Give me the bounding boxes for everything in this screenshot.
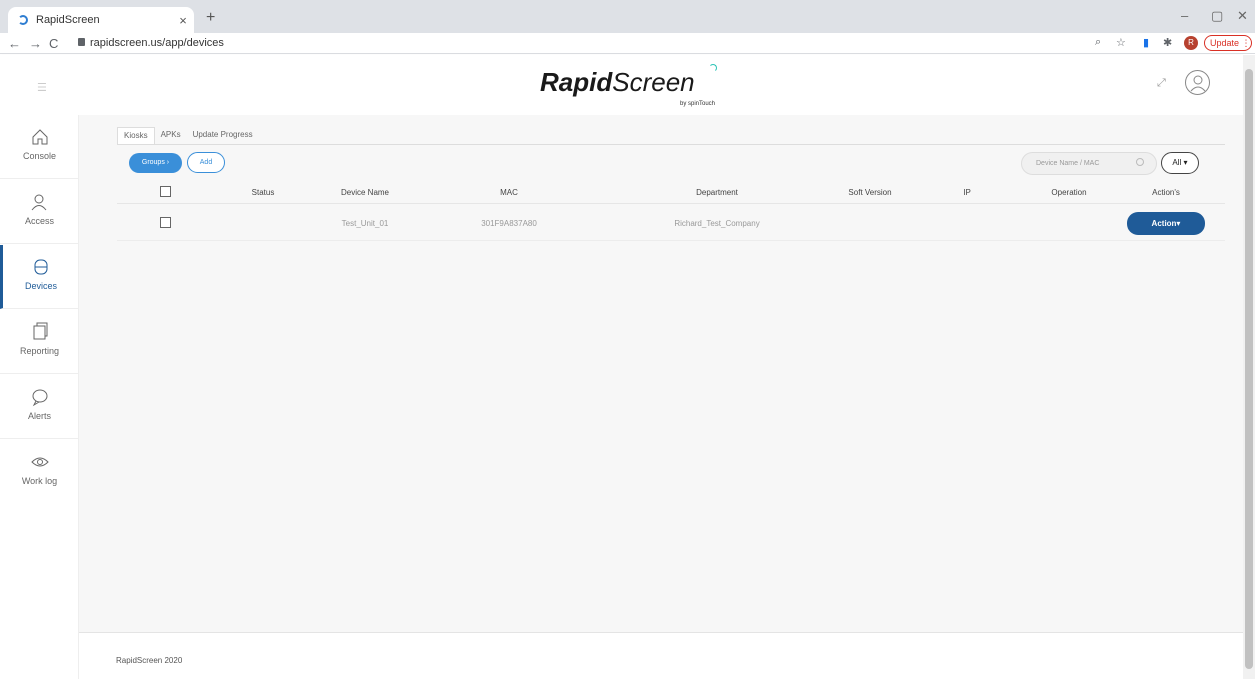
logo-sub: by spinTouch — [680, 101, 716, 107]
profile-avatar[interactable]: R — [1184, 36, 1198, 50]
logo-mark-icon — [709, 64, 717, 72]
action-dropdown-button[interactable]: Action▾ — [1127, 212, 1205, 235]
address-bar: ← → C rapidscreen.us/app/devices ⌕ ☆ ▮ ✱ — [0, 33, 1255, 54]
table-header: Status Device Name MAC Department Soft V… — [117, 183, 1225, 204]
row-checkbox[interactable] — [160, 217, 171, 228]
sidebar-item-label: Console — [22, 151, 57, 161]
tabs: Kiosks APKs Update Progress — [117, 127, 259, 145]
eye-icon — [30, 457, 49, 467]
column-header[interactable]: IP — [963, 188, 971, 197]
tab-close-icon[interactable]: × — [172, 13, 194, 28]
new-tab-button[interactable]: + — [206, 9, 215, 27]
tab-title: RapidScreen — [36, 14, 100, 26]
cell-device-name: Test_Unit_01 — [341, 219, 389, 228]
tab-kiosks[interactable]: Kiosks — [117, 127, 155, 145]
search-icon[interactable] — [1136, 158, 1144, 166]
star-icon[interactable]: ☆ — [1116, 36, 1126, 49]
sidebar-item-label: Work log — [21, 476, 58, 486]
users-icon — [31, 194, 46, 211]
url-field[interactable]: rapidscreen.us/app/devices — [90, 37, 224, 49]
footer: RapidScreen 2020 — [79, 632, 1243, 679]
cell-department: Richard_Test_Company — [674, 219, 760, 228]
reload-button[interactable]: C — [49, 36, 58, 51]
column-header[interactable]: Status — [252, 188, 275, 197]
search-input[interactable]: Device Name / MAC — [1021, 152, 1157, 175]
back-button[interactable]: ← — [8, 36, 21, 51]
select-all-checkbox[interactable] — [160, 186, 171, 197]
sidebar-item-access[interactable]: Access — [0, 180, 79, 244]
column-header[interactable]: Device Name — [341, 188, 389, 197]
puzzle-icon[interactable]: ✱ — [1163, 36, 1172, 49]
main-content: Kiosks APKs Update Progress Groups › Add… — [79, 115, 1243, 632]
tab-apks[interactable]: APKs — [155, 127, 187, 145]
column-header[interactable]: MAC — [500, 188, 518, 197]
app-header: ☰ RapidScreen by spinTouch — [0, 55, 1243, 115]
chat-icon — [32, 389, 47, 407]
forward-button[interactable]: → — [29, 36, 42, 51]
sidebar-item-reporting[interactable]: Reporting — [0, 310, 79, 374]
sidebar: Console Access Devices Reporting Alerts … — [0, 115, 79, 679]
logo-bold: Rapid — [540, 67, 613, 97]
tab-update-progress[interactable]: Update Progress — [187, 127, 259, 145]
groups-button[interactable]: Groups › — [129, 153, 182, 173]
update-label: Update — [1210, 38, 1240, 48]
logo: RapidScreen — [540, 67, 695, 98]
sidebar-item-console[interactable]: Console — [0, 115, 79, 179]
cell-mac: 301F9A837A80 — [481, 219, 537, 228]
column-header[interactable]: Operation — [1051, 188, 1086, 197]
column-header[interactable]: Action's — [1152, 188, 1180, 197]
sidebar-item-label: Access — [24, 216, 54, 226]
extension-icon[interactable]: ▮ — [1143, 36, 1149, 49]
reporting-icon — [33, 322, 47, 340]
browser-tab[interactable]: RapidScreen × — [8, 7, 194, 33]
column-header[interactable]: Department — [696, 188, 738, 197]
sidebar-item-alerts[interactable]: Alerts — [0, 375, 79, 439]
sidebar-item-devices[interactable]: Devices — [0, 245, 79, 309]
update-button[interactable]: Update ⋮ — [1204, 35, 1252, 51]
scrollbar[interactable] — [1243, 55, 1255, 679]
scrollbar-thumb[interactable] — [1245, 69, 1253, 669]
favicon-icon — [18, 15, 28, 25]
window-close-button[interactable]: ✕ — [1237, 8, 1248, 24]
tabs-divider — [117, 144, 1225, 145]
lock-icon — [78, 38, 85, 46]
sidebar-item-work-log[interactable]: Work log — [0, 440, 79, 504]
fullscreen-icon[interactable]: ⤢ — [1157, 77, 1166, 90]
user-avatar-icon[interactable] — [1185, 70, 1210, 95]
sidebar-item-label: Reporting — [19, 346, 60, 356]
home-icon — [32, 129, 47, 145]
footer-text: RapidScreen 2020 — [116, 656, 183, 665]
filter-dropdown[interactable]: All ▾ — [1161, 152, 1199, 174]
restore-button[interactable]: ▢ — [1211, 8, 1223, 24]
table-row[interactable]: Test_Unit_01 301F9A837A80 Richard_Test_C… — [117, 205, 1225, 241]
zoom-icon[interactable]: ⌕ — [1095, 36, 1101, 49]
minimize-button[interactable]: – — [1181, 8, 1188, 23]
column-header[interactable]: Soft Version — [848, 188, 891, 197]
browser-tabbar: RapidScreen × + – ▢ ✕ — [0, 0, 1255, 33]
logo-light: Screen — [612, 67, 695, 97]
sidebar-item-label: Alerts — [27, 411, 51, 421]
search-placeholder: Device Name / MAC — [1036, 160, 1100, 167]
menu-icon[interactable]: ☰ — [37, 81, 47, 94]
devices-icon — [34, 259, 48, 275]
sidebar-item-label: Devices — [24, 281, 57, 291]
add-button[interactable]: Add — [187, 152, 225, 173]
